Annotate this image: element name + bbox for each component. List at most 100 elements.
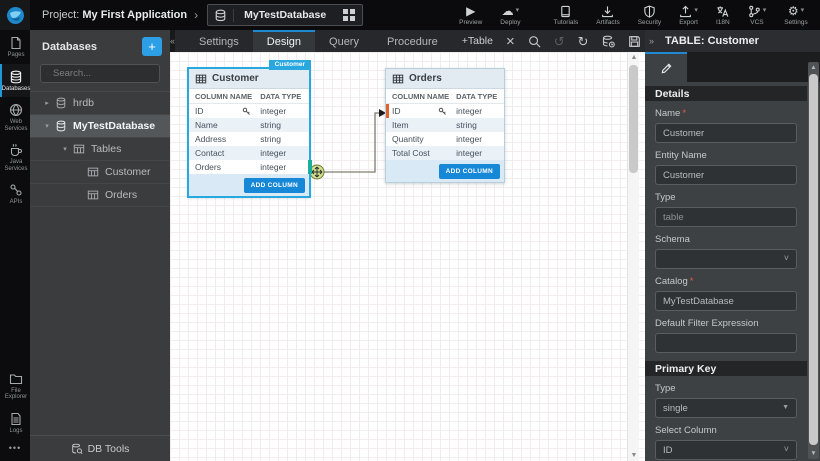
table-card-header[interactable]: Customer (189, 69, 309, 89)
rail-more-button[interactable]: ••• (0, 439, 30, 457)
tutorials-button[interactable]: Tutorials (554, 0, 579, 30)
search-input[interactable] (53, 68, 153, 79)
scroll-down-icon[interactable]: ▼ (808, 450, 819, 457)
column-row-quantity[interactable]: Quantity integer (386, 132, 504, 146)
security-button[interactable]: Security (638, 0, 661, 30)
preview-button[interactable]: ▶ Preview (459, 0, 482, 30)
inspector-tabs (645, 52, 820, 82)
tab-edit-properties[interactable] (645, 52, 687, 82)
pk-type-select[interactable]: single ▼ (655, 398, 797, 418)
column-row-total-cost[interactable]: Total Cost integer (386, 146, 504, 160)
tree-item-orders[interactable]: Orders (30, 184, 170, 207)
db-tools-button[interactable]: DB Tools (30, 435, 170, 461)
field-pk-type: Type single ▼ (645, 378, 807, 420)
column-row-id[interactable]: ID integer (189, 104, 309, 118)
search-icon (47, 69, 48, 79)
add-column-button[interactable]: ADD COLUMN (439, 164, 500, 179)
entity-name-input[interactable] (655, 165, 797, 185)
reload-schema-icon[interactable] (602, 35, 615, 48)
save-icon[interactable] (628, 35, 641, 48)
expand-panel-button[interactable]: » (649, 36, 661, 46)
move-handle-icon (312, 167, 322, 177)
relation-anchor[interactable] (308, 160, 312, 174)
zoom-search-icon[interactable] (528, 35, 541, 48)
tab-query[interactable]: Query (315, 30, 373, 52)
chevron-down-icon: ▾ (516, 5, 520, 17)
chevron-down-icon: ▾ (763, 5, 767, 17)
scroll-up-icon[interactable]: ▲ (808, 64, 819, 71)
column-row-orders[interactable]: Orders integer (189, 160, 309, 174)
type-input[interactable] (655, 207, 797, 227)
schema-select[interactable]: ˅ (655, 249, 797, 269)
delete-icon[interactable]: × (506, 34, 515, 49)
tree-item-hrdb[interactable]: ▸ hrdb (30, 92, 170, 115)
canvas-vertical-scrollbar[interactable]: ▲ ▼ (627, 52, 639, 461)
scrollbar-thumb[interactable] (629, 65, 638, 173)
settings-button[interactable]: ⚙▾ Settings (784, 0, 808, 30)
collapse-panel-button[interactable]: « (170, 30, 175, 52)
inspector-vertical-scrollbar[interactable]: ▲ ▼ (808, 62, 819, 459)
column-row-address[interactable]: Address string (189, 132, 309, 146)
export-button[interactable]: ▾ I18N Export (679, 0, 698, 30)
select-column-select[interactable]: ID ˅ (655, 440, 797, 460)
branch-icon: ▾ (748, 4, 767, 18)
scroll-down-icon[interactable]: ▼ (628, 452, 640, 459)
vcs-button[interactable]: ▾ VCS (748, 0, 767, 30)
table-card-header[interactable]: Orders (386, 69, 504, 89)
rail-item-apis[interactable]: APIs (0, 177, 30, 211)
field-entity-name: Entity Name (645, 145, 807, 187)
name-input[interactable] (655, 123, 797, 143)
project-breadcrumb[interactable]: Project: My First Application (42, 9, 187, 21)
apps-grid-icon[interactable] (336, 9, 362, 21)
play-icon: ▶ (466, 4, 475, 18)
tab-procedure[interactable]: Procedure (373, 30, 452, 52)
caret-right-icon[interactable]: ▸ (42, 99, 52, 107)
pencil-icon (660, 62, 673, 75)
table-card-customer[interactable]: Customer Customer COLUMN NAME DATA TYPE … (188, 68, 310, 197)
column-row-name[interactable]: Name string (189, 118, 309, 132)
scroll-up-icon[interactable]: ▲ (628, 54, 640, 61)
scrollbar-thumb[interactable] (809, 74, 818, 445)
column-header-row: COLUMN NAME DATA TYPE (386, 89, 504, 104)
tab-settings[interactable]: Settings (185, 30, 253, 52)
i18n-button[interactable]: I18N (716, 0, 730, 30)
caret-down-icon[interactable]: ▾ (60, 145, 70, 153)
add-column-button[interactable]: ADD COLUMN (244, 178, 305, 193)
rail-item-logs[interactable]: Logs (0, 406, 30, 440)
tree-item-mytestdatabase[interactable]: ▾ MyTestDatabase (30, 115, 170, 138)
tab-design[interactable]: Design (253, 30, 315, 52)
breadcrumb-chevron-icon: › (194, 8, 198, 22)
rail-item-databases[interactable]: Databases (0, 64, 30, 98)
chevron-down-icon: ▾ (801, 5, 805, 17)
default-filter-input[interactable] (655, 333, 797, 353)
column-row-item[interactable]: Item string (386, 118, 504, 132)
deploy-button[interactable]: ☁▾ Deploy (500, 0, 520, 30)
caret-down-icon[interactable]: ▾ (42, 122, 52, 130)
table-rows: ID integer Item string Quantity integer … (386, 104, 504, 160)
tree-item-customer[interactable]: Customer (30, 161, 170, 184)
er-diagram-canvas[interactable]: Customer Customer COLUMN NAME DATA TYPE … (170, 52, 645, 461)
tree-item-tables[interactable]: ▾ Tables (30, 138, 170, 161)
search-box[interactable] (40, 64, 160, 83)
rail-item-java-services[interactable]: Java Services (0, 137, 30, 177)
artifacts-button[interactable]: Artifacts (596, 0, 619, 30)
redo-icon[interactable]: ↻ (578, 35, 589, 48)
column-row-contact[interactable]: Contact integer (189, 146, 309, 160)
add-database-button[interactable]: + (142, 37, 162, 56)
open-database-tab[interactable]: MyTestDatabase (207, 4, 363, 26)
catalog-input[interactable] (655, 291, 797, 311)
rail-item-web-services[interactable]: Web Services (0, 97, 30, 137)
table-icon (195, 73, 207, 85)
table-icon (87, 166, 99, 178)
column-row-id[interactable]: ID integer (386, 104, 504, 118)
app-logo[interactable] (0, 0, 30, 30)
table-inspector-panel: » TABLE: Customer Details Name* Entity N… (645, 30, 820, 461)
table-card-orders[interactable]: Orders COLUMN NAME DATA TYPE ID integer … (385, 68, 505, 183)
rail-item-file-explorer[interactable]: File Explorer (0, 366, 30, 406)
rail-item-pages[interactable]: Pages (0, 30, 30, 64)
add-table-button[interactable]: +Table (462, 35, 493, 47)
field-name: Name* (645, 103, 807, 145)
project-name: My First Application (82, 9, 187, 21)
shield-icon (643, 4, 656, 18)
undo-icon[interactable]: ↺ (554, 35, 565, 48)
